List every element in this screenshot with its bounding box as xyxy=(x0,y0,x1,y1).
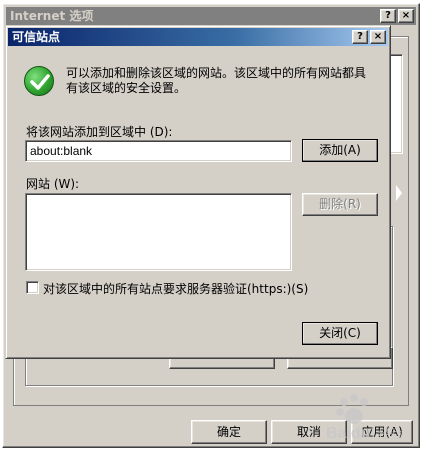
sites-label: 网站 (W): xyxy=(26,177,80,191)
trusted-sites-dialog: 可信站点 ? × 可以添加和删除该区域的网站。该区域中的所有网站都具有该区域的安… xyxy=(5,25,391,359)
green-check-icon xyxy=(24,66,54,96)
dialog-title: 可信站点 xyxy=(12,30,61,44)
mouse-cursor-icon xyxy=(396,185,402,201)
help-icon[interactable]: ? xyxy=(352,30,368,44)
help-icon[interactable]: ? xyxy=(380,9,396,23)
add-site-input[interactable] xyxy=(25,140,292,162)
internet-options-titlebar: Internet 选项 ? × xyxy=(6,7,416,25)
add-site-label: 将该网站添加到区域中 (D): xyxy=(26,125,173,139)
ok-button[interactable]: 确定 xyxy=(191,420,267,444)
dialog-titlebar: 可信站点 ? × xyxy=(8,28,388,46)
remove-button[interactable]: 删除(R) xyxy=(302,193,378,216)
info-text: 可以添加和删除该区域的网站。该区域中的所有网站都具有该区域的安全设置。 xyxy=(66,66,367,95)
close-icon[interactable]: × xyxy=(370,30,386,44)
https-checkbox-label[interactable]: 对该区域中的所有站点要求服务器验证(https:)(S) xyxy=(43,280,308,297)
window-title: Internet 选项 xyxy=(10,9,94,23)
svg-text:经验: 经验 xyxy=(378,426,402,441)
https-checkbox[interactable] xyxy=(26,281,39,294)
baidu-watermark-logo: Baidu 经验 xyxy=(326,394,402,442)
close-button[interactable]: 关闭(C) xyxy=(302,322,378,345)
close-icon[interactable]: × xyxy=(398,9,414,23)
svg-text:Baidu: Baidu xyxy=(326,425,370,442)
add-button[interactable]: 添加(A) xyxy=(302,139,378,162)
sites-list[interactable] xyxy=(25,193,292,271)
